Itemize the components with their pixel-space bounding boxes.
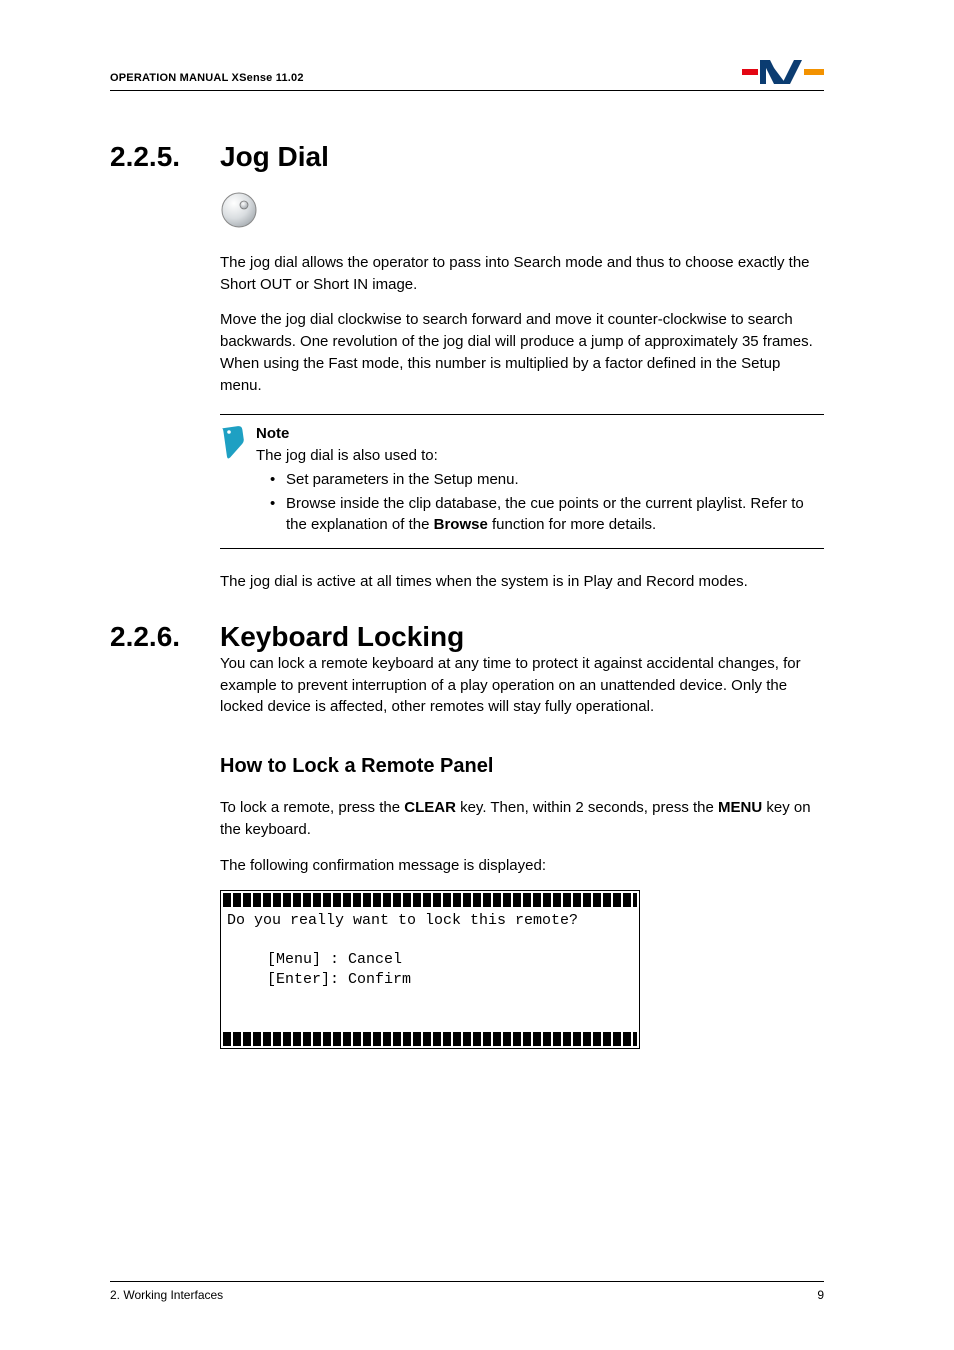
section-226-content: You can lock a remote keyboard at any ti…	[220, 653, 824, 1049]
body-text: The jog dial allows the operator to pass…	[220, 252, 824, 296]
page: OPERATION MANUAL XSense 11.02	[0, 0, 954, 1350]
subheading: How to Lock a Remote Panel	[220, 752, 824, 781]
dialog-body: Do you really want to lock this remote? …	[221, 909, 639, 1030]
body-text: You can lock a remote keyboard at any ti…	[220, 653, 824, 718]
section-226-heading: 2.2.6. Keyboard Locking	[110, 621, 824, 653]
key-name: MENU	[718, 799, 762, 816]
body-text: The jog dial is active at all times when…	[220, 571, 824, 593]
dialog-option-cancel: [Menu] : Cancel	[227, 950, 633, 970]
confirmation-dialog: Do you really want to lock this remote? …	[220, 890, 640, 1049]
list-item: Browse inside the clip database, the cue…	[286, 493, 824, 537]
section-number: 2.2.6.	[110, 621, 220, 653]
evs-logo	[742, 60, 824, 84]
dialog-option-confirm: [Enter]: Confirm	[227, 970, 633, 990]
note-text: Note The jog dial is also used to: Set p…	[256, 423, 824, 538]
note-label: Note	[256, 423, 824, 445]
note-tag-icon	[220, 423, 256, 538]
header-left-text: OPERATION MANUAL XSense 11.02	[110, 72, 304, 84]
section-number: 2.2.5.	[110, 141, 220, 173]
footer-page-number: 9	[817, 1288, 824, 1302]
dialog-bar-top	[223, 893, 637, 907]
text-fragment: key. Then, within 2 seconds, press the	[456, 799, 718, 816]
footer-left: 2. Working Interfaces	[110, 1288, 223, 1302]
body-text: Move the jog dial clockwise to search fo…	[220, 309, 824, 396]
key-name: CLEAR	[404, 799, 456, 816]
section-title: Keyboard Locking	[220, 621, 464, 653]
list-item: Set parameters in the Setup menu.	[286, 469, 824, 491]
note-intro: The jog dial is also used to:	[256, 445, 824, 467]
bold-word: Browse	[434, 516, 488, 533]
page-footer: 2. Working Interfaces 9	[110, 1281, 824, 1302]
dialog-question: Do you really want to lock this remote?	[227, 912, 578, 929]
note-box: Note The jog dial is also used to: Set p…	[220, 414, 824, 549]
jog-dial-icon	[220, 191, 824, 236]
section-225-heading: 2.2.5. Jog Dial	[110, 141, 824, 173]
section-225-content: The jog dial allows the operator to pass…	[220, 191, 824, 593]
section-title: Jog Dial	[220, 141, 329, 173]
body-text: The following confirmation message is di…	[220, 855, 824, 877]
dialog-bar-bottom	[223, 1032, 637, 1046]
note-list: Set parameters in the Setup menu. Browse…	[256, 469, 824, 536]
text-fragment: To lock a remote, press the	[220, 799, 404, 816]
body-text: To lock a remote, press the CLEAR key. T…	[220, 797, 824, 841]
page-header: OPERATION MANUAL XSense 11.02	[110, 60, 824, 91]
